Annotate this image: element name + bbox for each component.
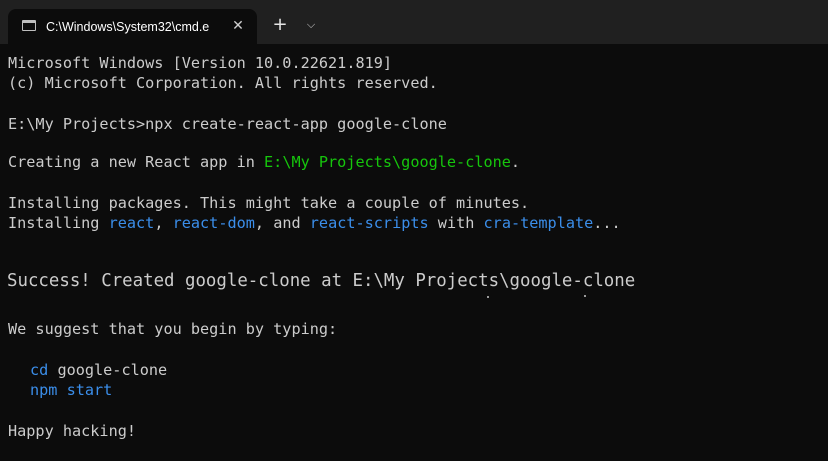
tab-title: C:\Windows\System32\cmd.e [46,20,210,34]
package-react-dom: react-dom [172,214,255,232]
ellipsis: ... [593,214,621,232]
with-text: with [428,214,484,232]
terminal-icon [22,20,36,31]
chevron-down-icon[interactable]: ⌵ [302,16,320,34]
console-line-creating: Creating a new React app in E:\My Projec… [8,152,520,172]
project-path: E:\My Projects\google-clone [264,153,511,171]
console-line-copyright: (c) Microsoft Corporation. All rights re… [8,74,438,92]
console-line-success: Success! Created google-clone at E:\My P… [7,271,636,291]
console-line-happy: Happy hacking! [8,422,137,440]
cd-command: cd [30,361,49,379]
console-line-npm-start: npm start [30,381,113,399]
title-bar: C:\Windows\System32\cmd.e ✕ + ⌵ [0,0,828,44]
console-output[interactable]: Microsoft Windows [Version 10.0.22621.81… [0,44,828,461]
package-separator: , and [254,214,310,232]
package-separator: , [154,214,173,232]
close-icon[interactable]: ✕ [229,17,247,35]
console-line-installing-packages: Installing react, react-dom, and react-s… [8,213,621,233]
creating-period: . [510,153,521,171]
render-artifact [584,295,586,297]
render-artifact [487,296,489,298]
cd-argument: google-clone [48,361,168,379]
creating-text: Creating a new React app in [8,153,265,171]
package-react-scripts: react-scripts [309,214,429,232]
console-line-suggest: We suggest that you begin by typing: [8,320,338,338]
console-line-prompt: E:\My Projects>npx create-react-app goog… [8,115,447,133]
console-line-version: Microsoft Windows [Version 10.0.22621.81… [8,54,393,72]
terminal-window: C:\Windows\System32\cmd.e ✕ + ⌵ Microsof… [0,0,828,461]
console-line-cd: cd google-clone [30,360,167,380]
package-react: react [108,214,155,232]
package-cra-template: cra-template [483,214,594,232]
tab-cmd[interactable]: C:\Windows\System32\cmd.e ✕ [8,9,257,44]
new-tab-button[interactable]: + [270,15,290,35]
installing-text: Installing [8,214,109,232]
console-line-installing: Installing packages. This might take a c… [8,194,530,212]
